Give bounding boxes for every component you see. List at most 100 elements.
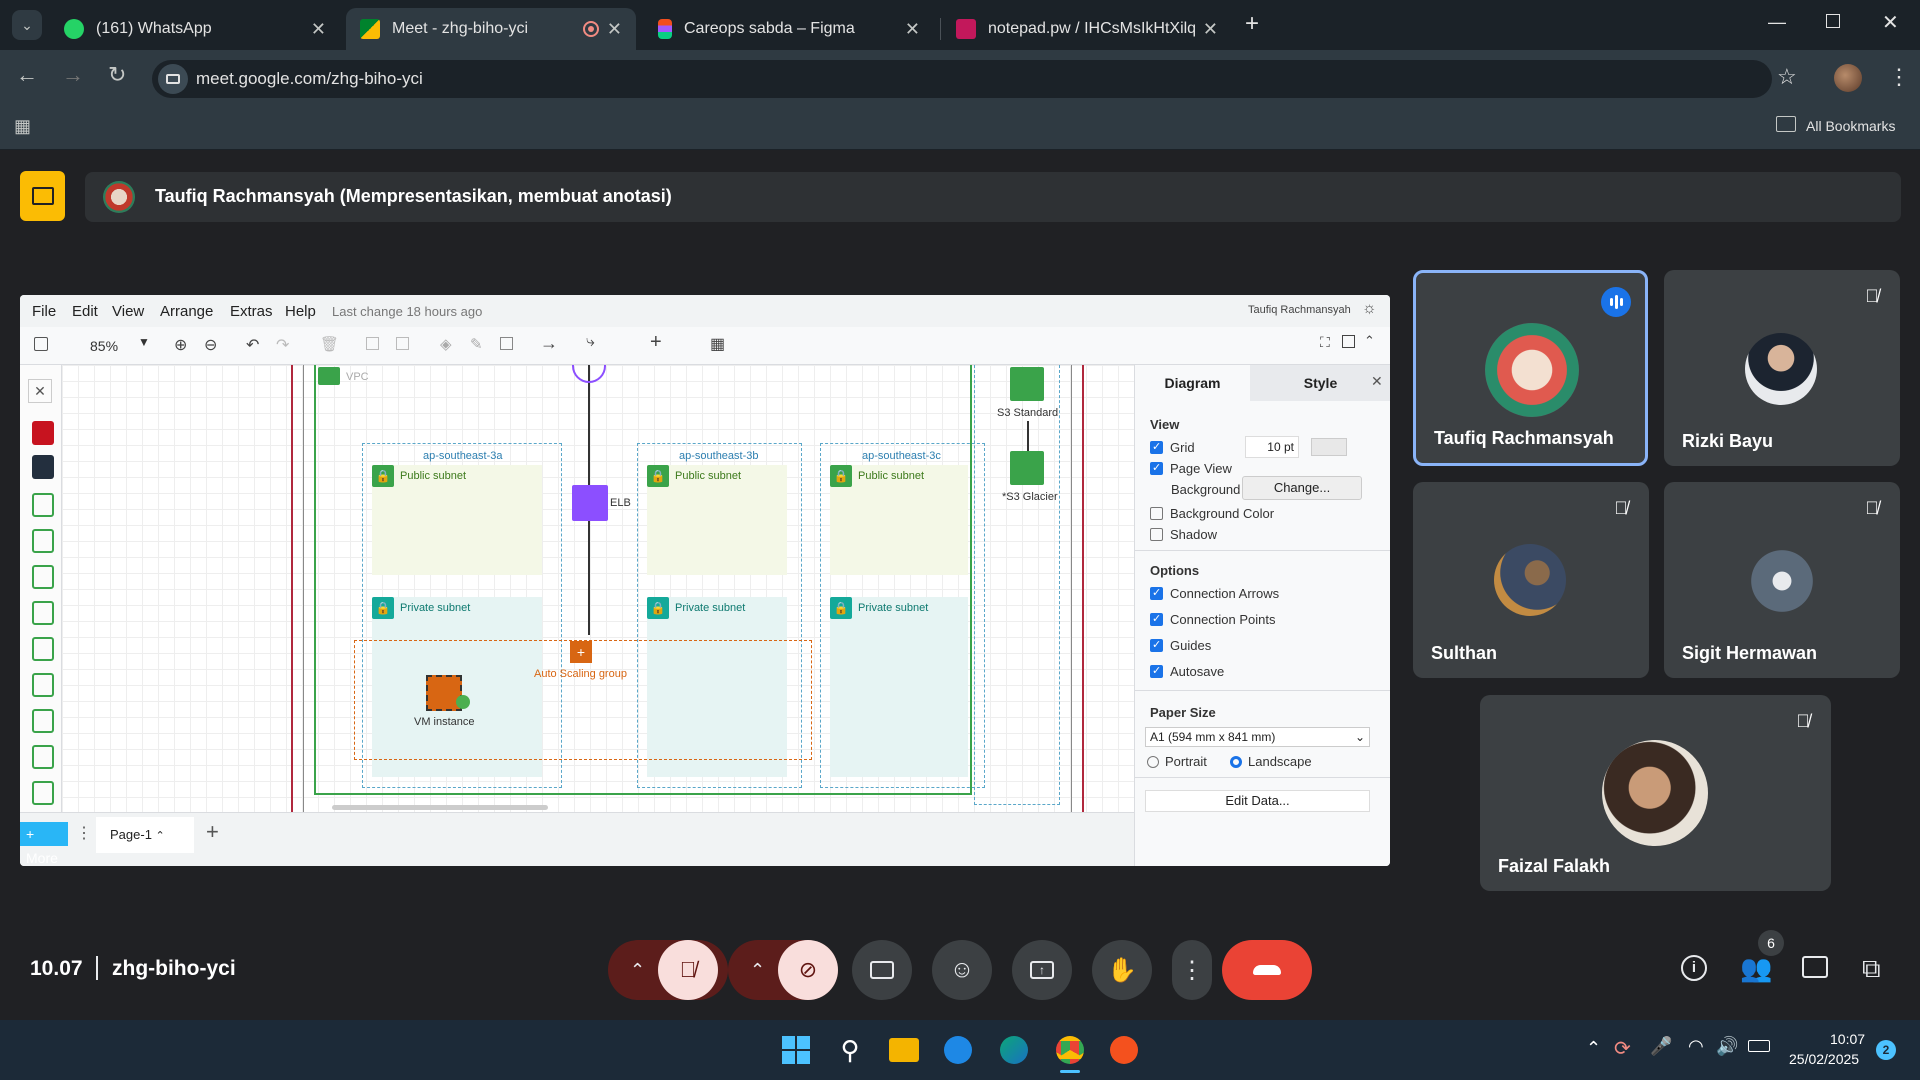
microphone-icon[interactable]: 🎤 [1650, 1036, 1672, 1057]
tab-diagram[interactable]: Diagram [1135, 365, 1250, 401]
zoom-out-icon[interactable]: ⊖ [204, 335, 217, 355]
landscape-radio[interactable]: Landscape [1230, 754, 1312, 769]
more-options-button[interactable]: ⋮ [1172, 940, 1212, 1000]
store-icon[interactable] [940, 1032, 976, 1068]
app-icon[interactable] [1106, 1032, 1142, 1068]
info-icon[interactable]: i [1681, 955, 1707, 981]
aws-shape-icon[interactable] [32, 529, 54, 553]
close-icon[interactable]: ✕ [1203, 19, 1218, 40]
apps-grid-icon[interactable]: ▦ [14, 116, 31, 137]
minimize-button[interactable]: — [1768, 12, 1786, 33]
volume-icon[interactable]: 🔊 [1716, 1036, 1738, 1057]
tab-figma[interactable]: Careops sabda – Figma ✕ [644, 8, 934, 50]
reactions-button[interactable]: ☺ [932, 940, 992, 1000]
s3-glacier-icon[interactable] [1010, 451, 1044, 485]
edge-icon[interactable] [996, 1032, 1032, 1068]
menu-view[interactable]: View [112, 303, 144, 320]
zoom-in-icon[interactable]: ⊕ [174, 335, 187, 355]
battery-icon[interactable] [1748, 1040, 1770, 1052]
participant-tile-sulthan[interactable]: 🎙̸ Sulthan [1413, 482, 1649, 678]
camera-toggle-button[interactable]: ⊘ [778, 940, 838, 1000]
aws-shape-icon[interactable] [32, 637, 54, 661]
drawio-user[interactable]: Taufiq Rachmansyah [1248, 304, 1351, 316]
edit-data-button[interactable]: Edit Data... [1145, 790, 1370, 812]
aws-shape-red-icon[interactable] [32, 421, 54, 445]
delete-icon[interactable]: 🗑 [320, 335, 339, 353]
present-button[interactable]: ↑ [1012, 940, 1072, 1000]
line-color-icon[interactable]: ✎ [470, 335, 483, 353]
paper-size-select[interactable]: A1 (594 mm x 841 mm) ⌄ [1145, 727, 1370, 747]
aws-shape-icon[interactable] [32, 565, 54, 589]
diagram-canvas[interactable]: VPC ap-southeast-3a 🔒 Public subnet 🔒 Priv… [62, 365, 1152, 812]
participant-tile-sigit[interactable]: 🎙̸ Sigit Hermawan [1664, 482, 1900, 678]
address-bar[interactable]: meet.google.com/zhg-biho-yci ☆ [152, 60, 1797, 98]
site-info-icon[interactable] [158, 64, 188, 94]
private-subnet-c[interactable] [830, 597, 968, 777]
redo-icon[interactable]: ↷ [276, 335, 289, 355]
to-back-icon[interactable] [396, 337, 409, 350]
theme-icon[interactable]: ☼ [1362, 300, 1377, 318]
tab-meet[interactable]: Meet - zhg-biho-yci ✕ [346, 8, 636, 50]
chrome-icon[interactable] [1052, 1032, 1088, 1068]
aws-shape-icon[interactable] [32, 745, 54, 769]
forward-icon[interactable]: → [62, 62, 84, 88]
file-explorer-icon[interactable] [886, 1032, 922, 1068]
s3-standard-icon[interactable] [1010, 367, 1044, 401]
aws-shape-icon[interactable] [32, 781, 54, 805]
notification-badge[interactable]: 2 [1876, 1040, 1896, 1060]
aws-shape-icon[interactable] [32, 601, 54, 625]
autosave-checkbox[interactable]: Autosave [1150, 664, 1224, 679]
chat-icon[interactable] [1802, 956, 1828, 978]
horizontal-scrollbar[interactable] [332, 805, 548, 810]
menu-extras[interactable]: Extras [230, 303, 273, 320]
table-icon[interactable]: ▦ [710, 334, 725, 354]
menu-arrange[interactable]: Arrange [160, 303, 213, 320]
vm-handle-icon[interactable] [456, 695, 470, 709]
captions-button[interactable] [852, 940, 912, 1000]
clock-time[interactable]: 10:07 [1830, 1031, 1865, 1047]
shadow-icon[interactable] [500, 337, 513, 350]
zoom-level[interactable]: 85% [90, 338, 118, 354]
change-background-button[interactable]: Change... [1242, 476, 1362, 500]
close-icon[interactable]: ✕ [311, 19, 326, 40]
close-window-button[interactable]: ✕ [1882, 10, 1899, 35]
grid-color-swatch[interactable] [1311, 438, 1347, 456]
bookmark-star-icon[interactable]: ☆ [1777, 64, 1797, 90]
collapse-icon[interactable]: ⌃ [1364, 333, 1375, 349]
tab-whatsapp[interactable]: (161) WhatsApp ✕ [50, 8, 340, 50]
new-tab-button[interactable]: + [1245, 10, 1259, 38]
chevron-down-icon[interactable]: ▼ [138, 335, 150, 349]
elb-icon[interactable] [572, 485, 608, 521]
restore-button[interactable] [1826, 14, 1840, 28]
all-bookmarks-link[interactable]: All Bookmarks [1806, 118, 1895, 134]
tab-style[interactable]: Style [1250, 365, 1390, 401]
menu-edit[interactable]: Edit [72, 303, 98, 320]
raise-hand-button[interactable]: ✋ [1092, 940, 1152, 1000]
portrait-radio[interactable]: Portrait [1147, 754, 1207, 769]
mic-toggle-button[interactable]: 🎙̸ [658, 940, 718, 1000]
aws-shape-icon[interactable] [32, 673, 54, 697]
background-color-checkbox[interactable]: Background Color [1150, 506, 1274, 521]
sidebar-toggle-icon[interactable] [34, 337, 48, 351]
menu-icon[interactable]: ⋮ [1888, 64, 1910, 90]
grid-size-input[interactable]: 10 pt [1245, 436, 1299, 458]
aws-shape-dark-icon[interactable] [32, 455, 54, 479]
connection-arrows-checkbox[interactable]: Connection Arrows [1150, 586, 1279, 601]
sync-icon[interactable]: ⟳ [1614, 1036, 1631, 1061]
participant-tile-rizki[interactable]: 🎙̸ Rizki Bayu [1664, 270, 1900, 466]
search-icon[interactable]: ⚲ [832, 1032, 868, 1068]
page-tab[interactable]: Page-1 ⌃ [96, 817, 194, 853]
tab-search-button[interactable]: ⌄ [12, 10, 42, 40]
people-icon[interactable]: 👥 [1740, 953, 1772, 984]
leave-call-button[interactable] [1222, 940, 1312, 1000]
chevron-up-icon[interactable]: ⌃ [1586, 1038, 1601, 1059]
more-shapes-button[interactable]: + More [20, 822, 68, 866]
activities-icon[interactable]: ⧉ [1862, 953, 1881, 985]
connection-points-checkbox[interactable]: Connection Points [1150, 612, 1276, 627]
close-sidebar-icon[interactable]: ✕ [28, 379, 52, 403]
menu-help[interactable]: Help [285, 303, 316, 320]
back-icon[interactable]: ← [16, 62, 38, 88]
participant-tile-faizal[interactable]: 🎙̸ Faizal Falakh [1480, 695, 1831, 891]
last-change-text[interactable]: Last change 18 hours ago [332, 304, 482, 319]
tab-notepad[interactable]: notepad.pw / IHCsMsIkHtXilqID ✕ [942, 8, 1232, 50]
